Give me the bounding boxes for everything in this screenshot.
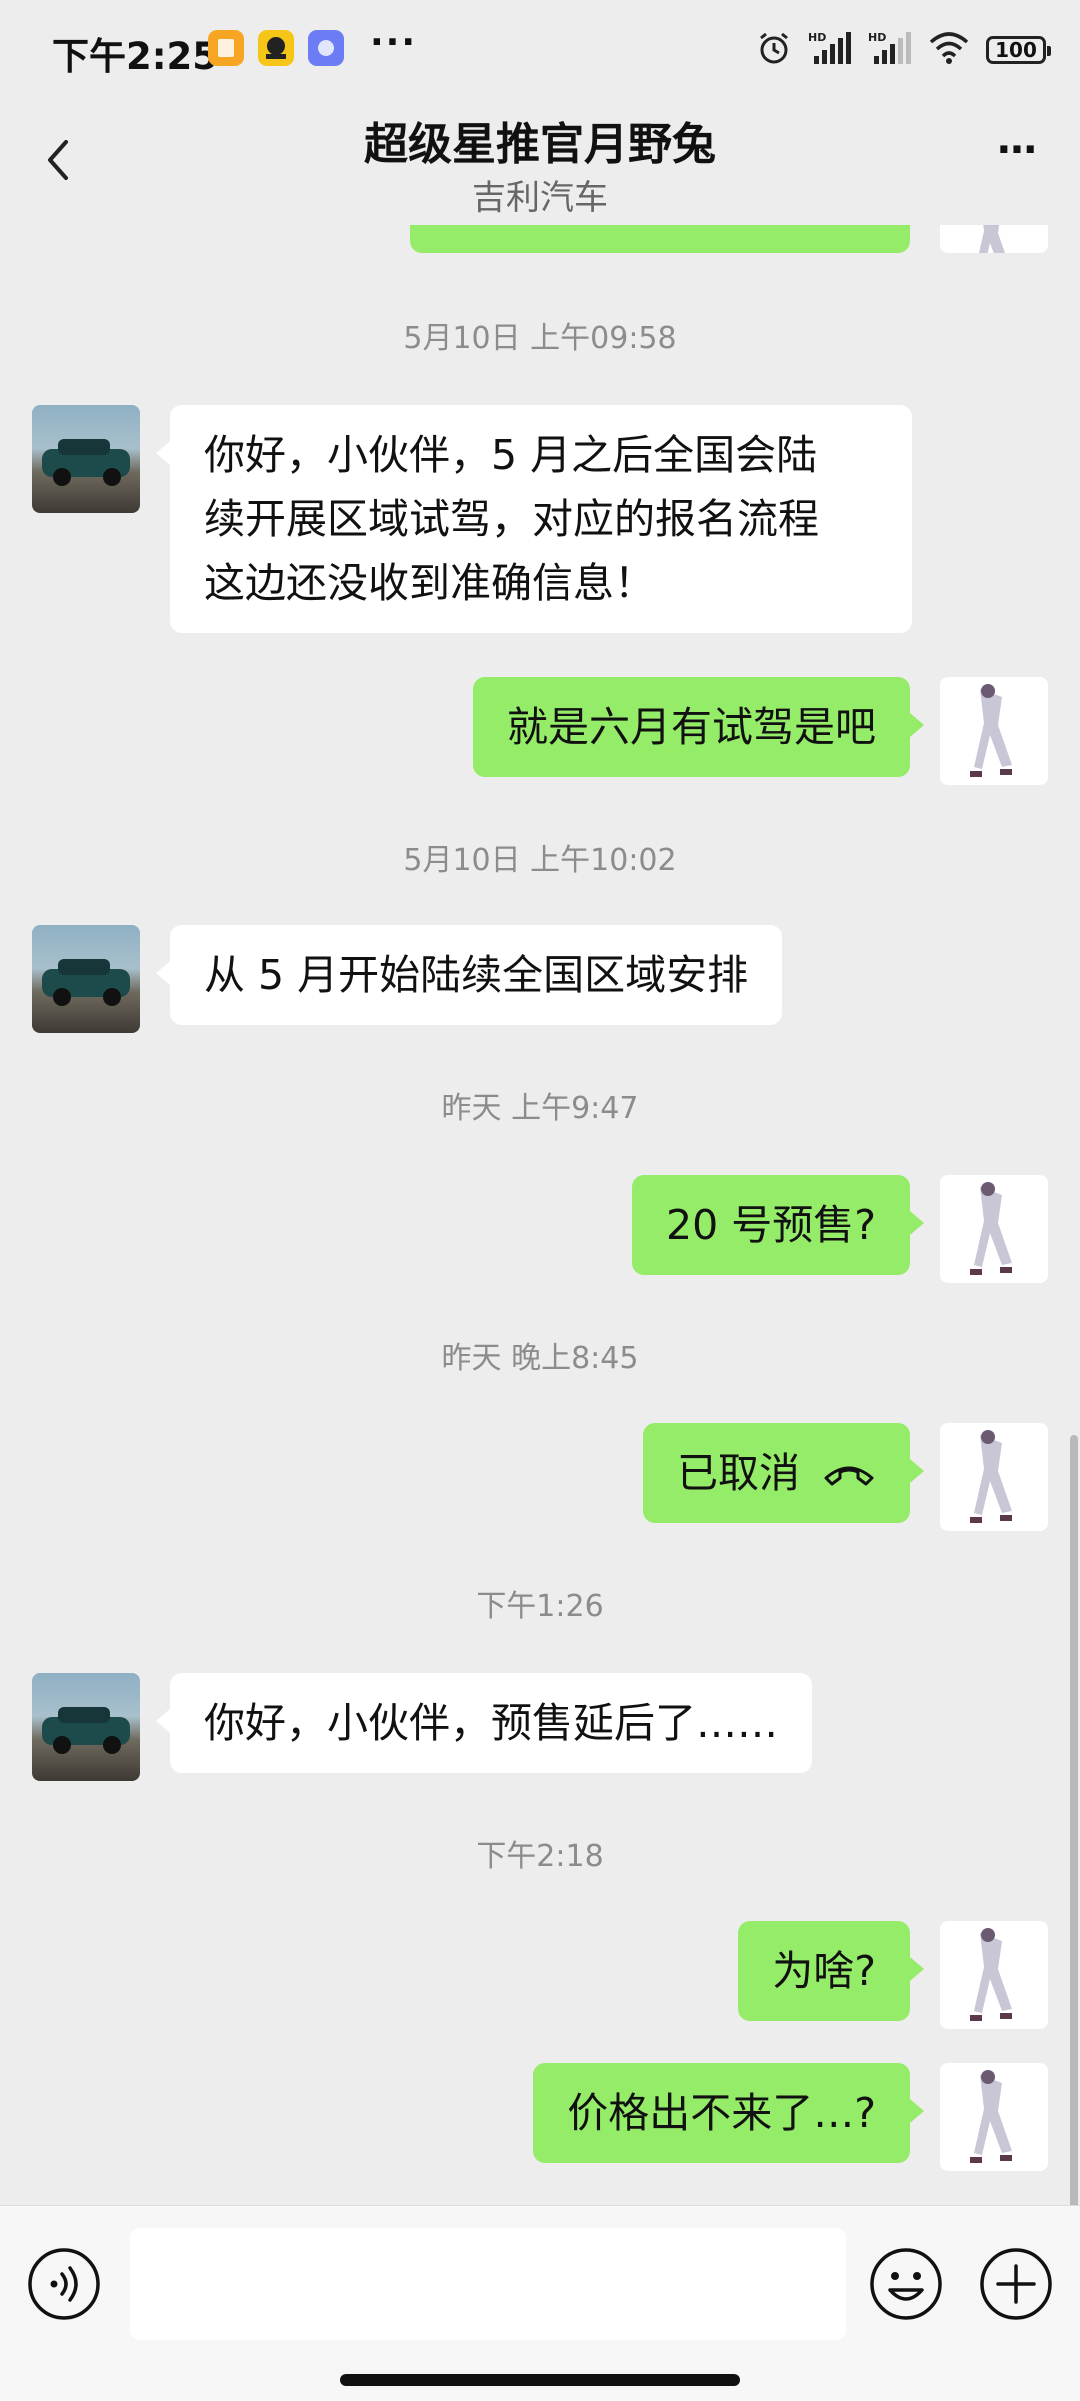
message-text: 就是六月有试驾是吧 xyxy=(507,703,876,751)
status-bar: 下午2:25 ··· HD HD 100 xyxy=(0,0,1080,100)
message-bubble[interactable]: 你好，小伙伴，5 月之后全国会陆 续开展区域试驾，对应的报名流程 这边还没收到准… xyxy=(156,405,912,633)
message-bubble[interactable]: 为啥? xyxy=(738,1921,924,2021)
message-bubble[interactable]: 20 号预售? xyxy=(632,1175,924,1275)
message-text: 你好，小伙伴，预售延后了…… xyxy=(204,1699,778,1747)
message-text: 已取消 xyxy=(677,1449,800,1497)
call-cancelled-bubble[interactable]: 已取消 xyxy=(643,1423,924,1523)
message-line: 续开展区域试驾，对应的报名流程 xyxy=(204,495,819,543)
emoji-icon xyxy=(870,2248,942,2320)
more-dots-icon: ··· xyxy=(996,127,1038,173)
message-bubble[interactable]: 价格出不来了…? xyxy=(533,2063,924,2163)
message-bubble[interactable]: 从 5 月开始陆续全国区域安排 xyxy=(155,925,783,1025)
self-avatar[interactable] xyxy=(940,1175,1048,1283)
self-avatar[interactable] xyxy=(940,1423,1048,1531)
self-avatar[interactable] xyxy=(940,677,1048,785)
contact-avatar[interactable] xyxy=(32,925,140,1033)
self-avatar[interactable] xyxy=(940,1921,1048,2029)
hang-up-icon xyxy=(824,1466,874,1486)
voice-button[interactable] xyxy=(26,2246,102,2322)
hd-signal-icon: HD xyxy=(808,30,852,70)
chat-subtitle: 吉利汽车 xyxy=(472,178,608,218)
message-list[interactable]: 5月10日 上午09:58 你好，小伙伴，5 月之后全国会陆 续开展区域试驾，对… xyxy=(0,225,1080,2205)
more-button[interactable]: ··· xyxy=(986,130,1046,180)
svg-text:HD: HD xyxy=(808,31,826,44)
status-more-icon: ··· xyxy=(370,22,418,63)
alarm-icon xyxy=(756,30,792,70)
timestamp: 昨天 上午9:47 xyxy=(441,1091,639,1126)
input-bar xyxy=(0,2205,1080,2401)
home-indicator[interactable] xyxy=(340,2374,740,2386)
message-text: 20 号预售? xyxy=(666,1201,876,1249)
message-line: 这边还没收到准确信息！ xyxy=(204,559,655,607)
message-text: 从 5 月开始陆续全国区域安排 xyxy=(204,951,749,999)
message-text: 为啥? xyxy=(772,1947,876,1995)
scrollbar[interactable] xyxy=(1070,1435,1078,2205)
message-bubble-partial[interactable] xyxy=(410,225,910,253)
contact-avatar[interactable] xyxy=(32,1673,140,1781)
self-avatar[interactable] xyxy=(940,225,1048,253)
battery-icon: 100 xyxy=(986,36,1051,64)
more-actions-button[interactable] xyxy=(978,2246,1054,2322)
self-avatar[interactable] xyxy=(940,2063,1048,2171)
svg-text:HD: HD xyxy=(868,31,886,44)
blue-app-icon xyxy=(308,30,344,66)
hd-signal-icon: HD xyxy=(868,30,912,70)
message-bubble[interactable]: 就是六月有试驾是吧 xyxy=(473,677,924,777)
message-input[interactable] xyxy=(130,2228,846,2340)
message-line: 你好，小伙伴，5 月之后全国会陆 xyxy=(204,431,818,479)
contact-avatar[interactable] xyxy=(32,405,140,513)
timestamp: 下午2:18 xyxy=(476,1839,604,1874)
timestamp: 昨天 晚上8:45 xyxy=(441,1341,639,1376)
timestamp: 5月10日 上午10:02 xyxy=(403,843,677,878)
taxi-app-icon xyxy=(258,30,294,66)
timestamp: 下午1:26 xyxy=(476,1589,604,1624)
message-text: 价格出不来了…? xyxy=(567,2089,876,2137)
chat-title: 超级星推官月野兔 xyxy=(364,119,716,170)
emoji-button[interactable] xyxy=(868,2246,944,2322)
chat-header: 超级星推官月野兔 吉利汽车 ··· xyxy=(0,100,1080,225)
timestamp: 5月10日 上午09:58 xyxy=(403,321,677,356)
message-bubble[interactable]: 你好，小伙伴，预售延后了…… xyxy=(156,1673,812,1773)
plus-icon xyxy=(980,2248,1052,2320)
voice-icon xyxy=(28,2248,100,2320)
status-time: 下午2:25 xyxy=(52,35,219,78)
wifi-icon xyxy=(928,30,970,70)
orange-app-icon xyxy=(208,30,244,66)
